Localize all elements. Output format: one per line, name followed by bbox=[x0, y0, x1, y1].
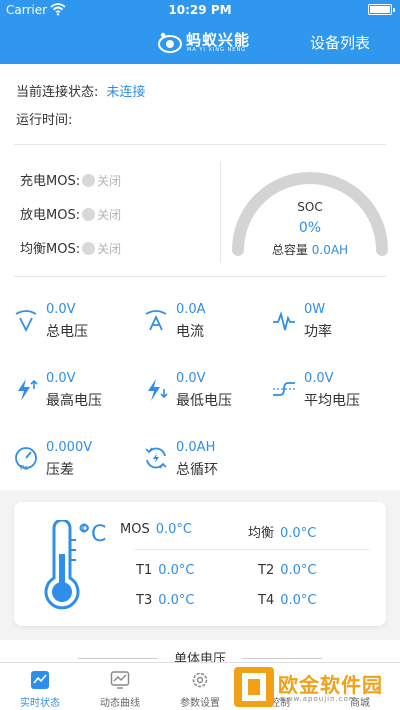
power-label: 功率 bbox=[304, 324, 332, 340]
runtime-row: 运行时间: bbox=[16, 109, 72, 128]
balance-temp: 均衡 0.0°C bbox=[248, 522, 316, 541]
charge-mos-label: 充电MOS: bbox=[20, 174, 81, 189]
tab-realtime-status-label: 实时状态 bbox=[20, 698, 60, 709]
power-value: 0W bbox=[304, 302, 326, 317]
avg-voltage-value: 0.0V bbox=[304, 371, 334, 386]
watermark: 欧金软件园 www.apoujin.com bbox=[234, 665, 394, 709]
total-voltage-value: 0.0V bbox=[46, 302, 76, 317]
current-label: 电流 bbox=[176, 324, 204, 340]
t2-temp: T2 0.0°C bbox=[258, 563, 316, 578]
t3-temp: T3 0.0°C bbox=[136, 593, 194, 608]
voltage-diff-label: 压差 bbox=[46, 462, 74, 478]
voltage-diff-value: 0.000V bbox=[46, 440, 93, 455]
t1-temp-value: 0.0°C bbox=[158, 563, 195, 578]
current-value: 0.0A bbox=[176, 302, 206, 317]
min-voltage-label: 最低电压 bbox=[176, 393, 232, 409]
total-voltage-icon bbox=[15, 310, 37, 333]
t1-temp: T1 0.0°C bbox=[136, 563, 194, 578]
total-cycle-value: 0.0AH bbox=[176, 440, 216, 455]
svg-text:Pa: Pa bbox=[20, 464, 28, 472]
balance-mos-label: 均衡MOS: bbox=[20, 242, 81, 257]
vertical-divider bbox=[220, 162, 221, 262]
t4-temp-label: T4 bbox=[258, 593, 275, 608]
balance-temp-label: 均衡 bbox=[248, 526, 275, 541]
charge-mos-row: 充电MOS: 关闭 bbox=[20, 170, 122, 189]
gear-icon bbox=[192, 672, 208, 688]
soc-gauge-fill bbox=[238, 178, 382, 250]
mos-temp-value: 0.0°C bbox=[155, 522, 192, 537]
tab-parameter-settings[interactable]: 参数设置 bbox=[160, 663, 240, 710]
total-cycle-label: 总循环 bbox=[176, 462, 218, 478]
clock: 10:29 PM bbox=[168, 3, 232, 17]
discharge-mos-label: 放电MOS: bbox=[20, 208, 81, 223]
mos-temp-label: MOS bbox=[120, 522, 150, 537]
realtime-status-icon bbox=[31, 671, 49, 689]
discharge-mos-indicator bbox=[82, 208, 96, 221]
device-list-button[interactable]: 设备列表 bbox=[310, 32, 370, 53]
connection-status-row: 当前连接状态: 未连接 bbox=[16, 81, 145, 100]
discharge-mos-row: 放电MOS: 关闭 bbox=[20, 204, 122, 223]
capacity-row: 总容量 0.0AH bbox=[226, 241, 394, 258]
total-voltage-label: 总电压 bbox=[46, 324, 88, 340]
battery-icon bbox=[368, 4, 395, 15]
tab-realtime-status[interactable]: 实时状态 bbox=[0, 663, 80, 710]
cell-title-line-right bbox=[242, 658, 322, 659]
t2-temp-value: 0.0°C bbox=[280, 563, 317, 578]
tab-parameter-settings-label: 参数设置 bbox=[180, 698, 220, 709]
watermark-logo-icon bbox=[242, 673, 266, 701]
soc-gauge-track bbox=[232, 172, 388, 256]
balance-temp-value: 0.0°C bbox=[280, 526, 317, 541]
cell-voltage-section: 单体电压 bbox=[0, 640, 400, 667]
dynamic-curve-icon bbox=[110, 671, 130, 689]
logo-subtext: MA YI XING NENG bbox=[187, 47, 247, 53]
celsius-mark: °C bbox=[80, 522, 107, 547]
mos-temp: MOS 0.0°C bbox=[120, 522, 192, 537]
soc-label: SOC bbox=[297, 200, 323, 214]
min-voltage-icon bbox=[148, 379, 168, 401]
temperature-card: °C MOS 0.0°C 均衡 0.0°C T1 0.0°C T2 0.0°C T3 0.… bbox=[14, 502, 386, 626]
runtime-label: 运行时间: bbox=[16, 113, 73, 128]
capacity-value: 0.0AH bbox=[311, 243, 349, 257]
t2-temp-label: T2 bbox=[258, 563, 275, 578]
watermark-text: 欧金软件园 bbox=[278, 673, 383, 697]
min-voltage-value: 0.0V bbox=[176, 371, 206, 386]
t4-temp-value: 0.0°C bbox=[280, 593, 317, 608]
avg-voltage-icon bbox=[273, 382, 295, 396]
avg-voltage-label: 平均电压 bbox=[304, 393, 360, 409]
t1-temp-label: T1 bbox=[136, 563, 153, 578]
power-icon bbox=[273, 310, 295, 331]
max-voltage-label: 最高电压 bbox=[46, 393, 102, 409]
temperature-separator bbox=[134, 549, 370, 550]
connection-status-label: 当前连接状态: bbox=[16, 85, 99, 100]
discharge-mos-state: 关闭 bbox=[97, 208, 122, 222]
ant-logo-icon bbox=[158, 32, 182, 53]
t3-temp-value: 0.0°C bbox=[158, 593, 195, 608]
tab-dynamic-curve[interactable]: 动态曲线 bbox=[80, 663, 160, 710]
section-divider bbox=[14, 276, 386, 277]
tab-dynamic-curve-label: 动态曲线 bbox=[100, 698, 140, 709]
app-logo: 蚂蚁兴能 MA YI XING NENG bbox=[156, 27, 252, 57]
balance-mos-row: 均衡MOS: 关闭 bbox=[20, 238, 122, 257]
status-bar: Carrier 10:29 PM bbox=[0, 0, 400, 20]
balance-mos-indicator bbox=[82, 242, 96, 255]
connection-status-value: 未连接 bbox=[106, 85, 146, 100]
nav-bar: 蚂蚁兴能 MA YI XING NENG 设备列表 bbox=[0, 20, 400, 64]
max-voltage-value: 0.0V bbox=[46, 371, 76, 386]
max-voltage-icon bbox=[18, 379, 38, 401]
t4-temp: T4 0.0°C bbox=[258, 593, 316, 608]
watermark-logo bbox=[234, 667, 274, 707]
pressure-diff-icon: Pa bbox=[15, 447, 37, 472]
t3-temp-label: T3 bbox=[136, 593, 153, 608]
charge-mos-indicator bbox=[82, 174, 96, 187]
capacity-label: 总容量 bbox=[271, 243, 308, 257]
watermark-subtext: www.apoujin.com bbox=[280, 695, 357, 703]
charge-mos-state: 关闭 bbox=[97, 174, 122, 188]
balance-mos-state: 关闭 bbox=[97, 242, 122, 256]
section-divider bbox=[14, 144, 386, 145]
soc-value: 0% bbox=[298, 220, 322, 236]
current-icon bbox=[145, 310, 167, 331]
cycle-icon bbox=[145, 447, 167, 469]
